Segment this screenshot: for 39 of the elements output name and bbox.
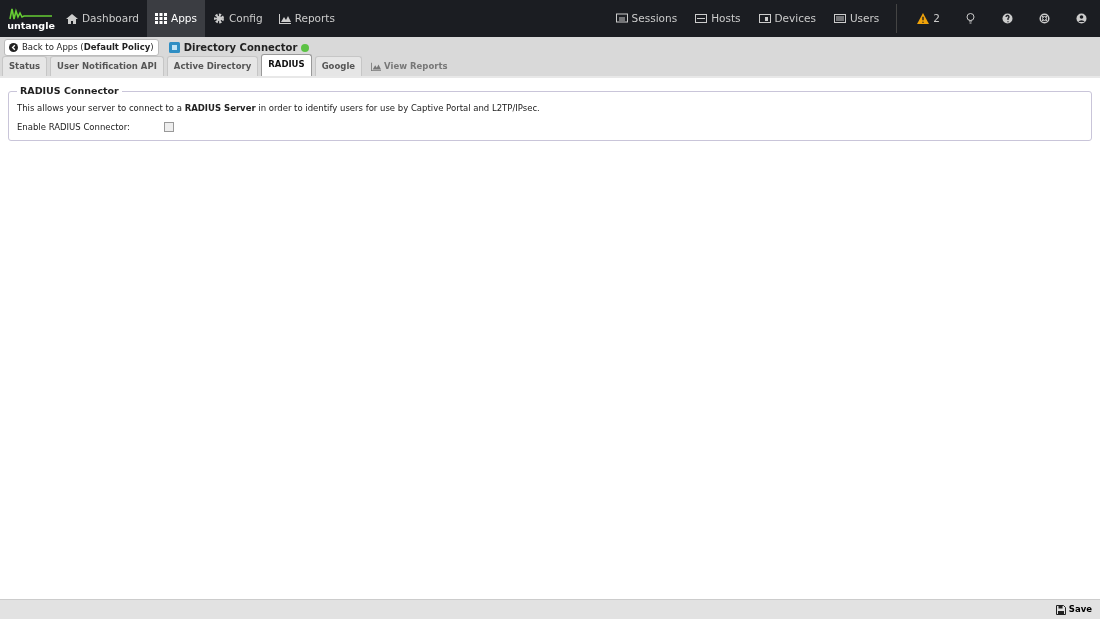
enable-checkbox[interactable] — [164, 122, 174, 133]
wave-logo-icon — [9, 6, 53, 21]
save-button[interactable]: Save — [1055, 603, 1092, 616]
help-icon — [1002, 13, 1013, 24]
lifebuoy-icon — [1039, 13, 1050, 24]
keyboard-icon — [833, 13, 846, 24]
nav-link[interactable]: Hosts — [686, 0, 750, 37]
area-chart-icon — [371, 62, 382, 72]
nav-tab[interactable]: Reports — [270, 0, 343, 37]
tab[interactable]: Active Directory — [166, 56, 259, 76]
nav-link[interactable]: Sessions — [606, 0, 687, 37]
settings-icon — [212, 13, 225, 24]
tab[interactable]: User Notification API — [50, 56, 164, 76]
tab[interactable]: RADIUS — [261, 54, 312, 76]
nav-tab[interactable]: Dashboard — [58, 0, 147, 37]
server-icon — [695, 13, 708, 24]
logo-text: untangle — [7, 20, 55, 31]
checkbox-label: Enable RADIUS Connector: — [17, 121, 131, 134]
back-button[interactable]: Back to Apps (Default Policy) — [4, 39, 159, 56]
grid-icon — [154, 13, 167, 24]
app-title: Directory Connector — [183, 41, 298, 55]
area-chart-icon — [278, 13, 291, 24]
warning-icon — [917, 13, 930, 24]
house-icon — [66, 13, 78, 24]
nav-tab[interactable]: Apps — [146, 0, 205, 37]
description-text: This allows your server to connect to a RADIUS Server in order to identify users for use by Captive Portal and L2TP/IPsec. — [17, 102, 541, 115]
devices-icon — [758, 13, 771, 24]
alerts-button[interactable]: 2 — [905, 0, 952, 37]
nav-link[interactable]: Users — [824, 0, 889, 37]
lightbulb-icon — [965, 13, 976, 24]
nav-link[interactable]: Devices — [749, 0, 825, 37]
nav-tab[interactable]: Config — [204, 0, 271, 37]
app-icon — [168, 42, 180, 53]
tab[interactable]: Status — [2, 56, 48, 76]
back-arrow-icon — [9, 43, 18, 52]
tab[interactable]: Google — [314, 56, 363, 76]
panel-legend: RADIUS Connector — [17, 84, 122, 99]
monitor-icon — [615, 13, 628, 24]
account-icon — [1076, 13, 1087, 24]
